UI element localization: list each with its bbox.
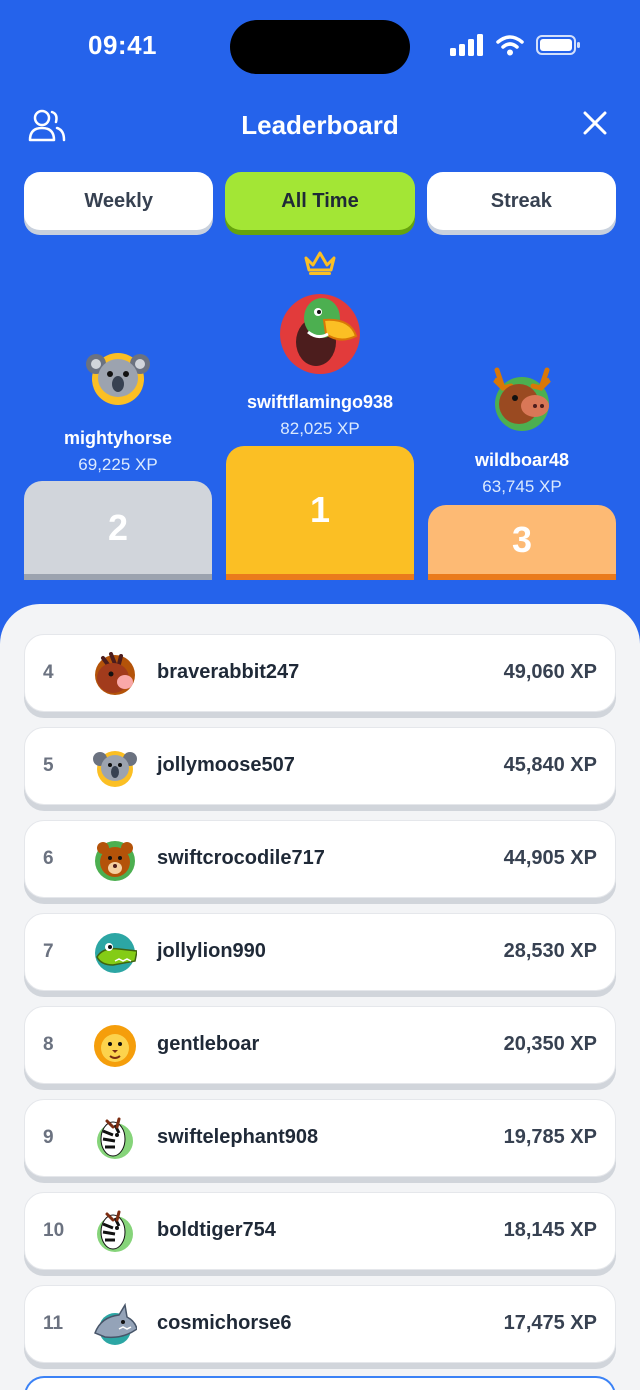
- list-item-rank: 11: [43, 1313, 64, 1334]
- koala-avatar: [86, 353, 150, 405]
- koala-avatar: [93, 751, 137, 787]
- list-item-xp: 19,785 XP: [503, 1126, 597, 1148]
- list-item-rank: 7: [43, 941, 54, 962]
- header: Leaderboard: [0, 96, 640, 156]
- tab-weekly[interactable]: Weekly: [24, 172, 214, 230]
- podium-block-first: 1: [226, 446, 414, 580]
- podium-block-third: 3: [428, 505, 616, 580]
- zebra-avatar: [97, 1117, 133, 1159]
- leaderboard-sheet: [0, 604, 640, 1390]
- list-item-name: swiftcrocodile717: [157, 847, 325, 869]
- tab-all-time[interactable]: All Time: [225, 172, 415, 230]
- list-item-rank: 10: [43, 1220, 65, 1241]
- lion-avatar: [94, 1025, 136, 1067]
- battery-icon: [536, 35, 580, 55]
- list-item-name: jollylion990: [157, 940, 266, 962]
- list-item-xp: 17,475 XP: [503, 1312, 597, 1334]
- list-item[interactable]: 11 cosmichorse6 17,475 XP: [24, 1285, 616, 1363]
- bear-avatar: [95, 841, 135, 881]
- list-item-xp: 20,350 XP: [503, 1033, 597, 1055]
- status-icons: [450, 34, 582, 56]
- podium-third[interactable]: wildboar48 63,745 XP: [428, 366, 616, 497]
- list-item[interactable]: 9 swiftelephant908 19,785 XP: [24, 1099, 616, 1177]
- podium-third-rank: 3: [511, 518, 533, 560]
- crocodile-avatar: [95, 933, 137, 973]
- list-item-xp: 45,840 XP: [503, 754, 597, 776]
- list-item-rank: 4: [43, 662, 54, 683]
- podium-first-rank: 1: [309, 489, 331, 530]
- podium-second[interactable]: mightyhorse 69,225 XP: [24, 346, 212, 475]
- list-item-rank: 9: [43, 1127, 54, 1148]
- wifi-icon: [496, 35, 524, 56]
- list-item-name: boldtiger754: [157, 1219, 276, 1241]
- podium-block-second: 2: [24, 481, 212, 580]
- podium-first-name: swiftflamingo938: [246, 392, 394, 412]
- list-item-name: gentleboar: [157, 1033, 260, 1055]
- list-item-xp: 28,530 XP: [503, 940, 597, 962]
- podium-third-xp: 63,745 XP: [482, 477, 562, 496]
- podium-second-rank: 2: [107, 506, 129, 548]
- list-item-name: swiftelephant908: [157, 1126, 319, 1148]
- status-bar: 09:41: [0, 0, 640, 96]
- list-item[interactable]: 7 jollylion990 28,530 XP: [24, 913, 616, 991]
- list-item[interactable]: 4 braverabbit247 49,060 XP: [24, 634, 616, 712]
- podium-third-name: wildboar48: [474, 450, 570, 470]
- list-item[interactable]: 8 gentleboar 20,350 XP: [24, 1006, 616, 1084]
- list-item-name: braverabbit247: [157, 661, 300, 683]
- crown-icon: [304, 251, 336, 275]
- signal-icon: [450, 34, 483, 56]
- list-item-name: cosmichorse6: [157, 1312, 292, 1334]
- list-item-xp: 18,145 XP: [503, 1219, 597, 1241]
- list-item[interactable]: 6 swiftcrocodile717 44,905 XP: [24, 820, 616, 898]
- current-user-row[interactable]: [24, 1376, 616, 1390]
- list-item-xp: 44,905 XP: [503, 847, 597, 869]
- podium-first[interactable]: swiftflamingo938 82,025 XP: [226, 290, 414, 439]
- list-item-rank: 6: [43, 848, 54, 869]
- list-item-xp: 49,060 XP: [503, 661, 597, 683]
- podium-second-xp: 69,225 XP: [78, 455, 158, 474]
- page-title: Leaderboard: [241, 110, 399, 140]
- status-time: 09:41: [88, 30, 157, 60]
- zebra-avatar: [97, 1210, 133, 1252]
- list-item[interactable]: 10 boldtiger754 18,145 XP: [24, 1192, 616, 1270]
- podium-first-xp: 82,025 XP: [280, 419, 360, 438]
- list-item-rank: 8: [43, 1034, 54, 1055]
- moose-avatar: [493, 367, 551, 431]
- tab-streak[interactable]: Streak: [426, 172, 616, 230]
- shark-avatar: [94, 1303, 137, 1345]
- list-item[interactable]: 5 jollymoose507 45,840 XP: [24, 727, 616, 805]
- tab-bar: Weekly All Time Streak: [24, 172, 616, 234]
- list-item-name: jollymoose507: [157, 754, 295, 776]
- close-icon[interactable]: [582, 110, 608, 136]
- boar-avatar: [95, 652, 135, 695]
- podium-second-name: mightyhorse: [63, 428, 173, 448]
- dynamic-island: [230, 20, 410, 74]
- duck-avatar: [280, 294, 360, 374]
- list-item-rank: 5: [43, 755, 54, 776]
